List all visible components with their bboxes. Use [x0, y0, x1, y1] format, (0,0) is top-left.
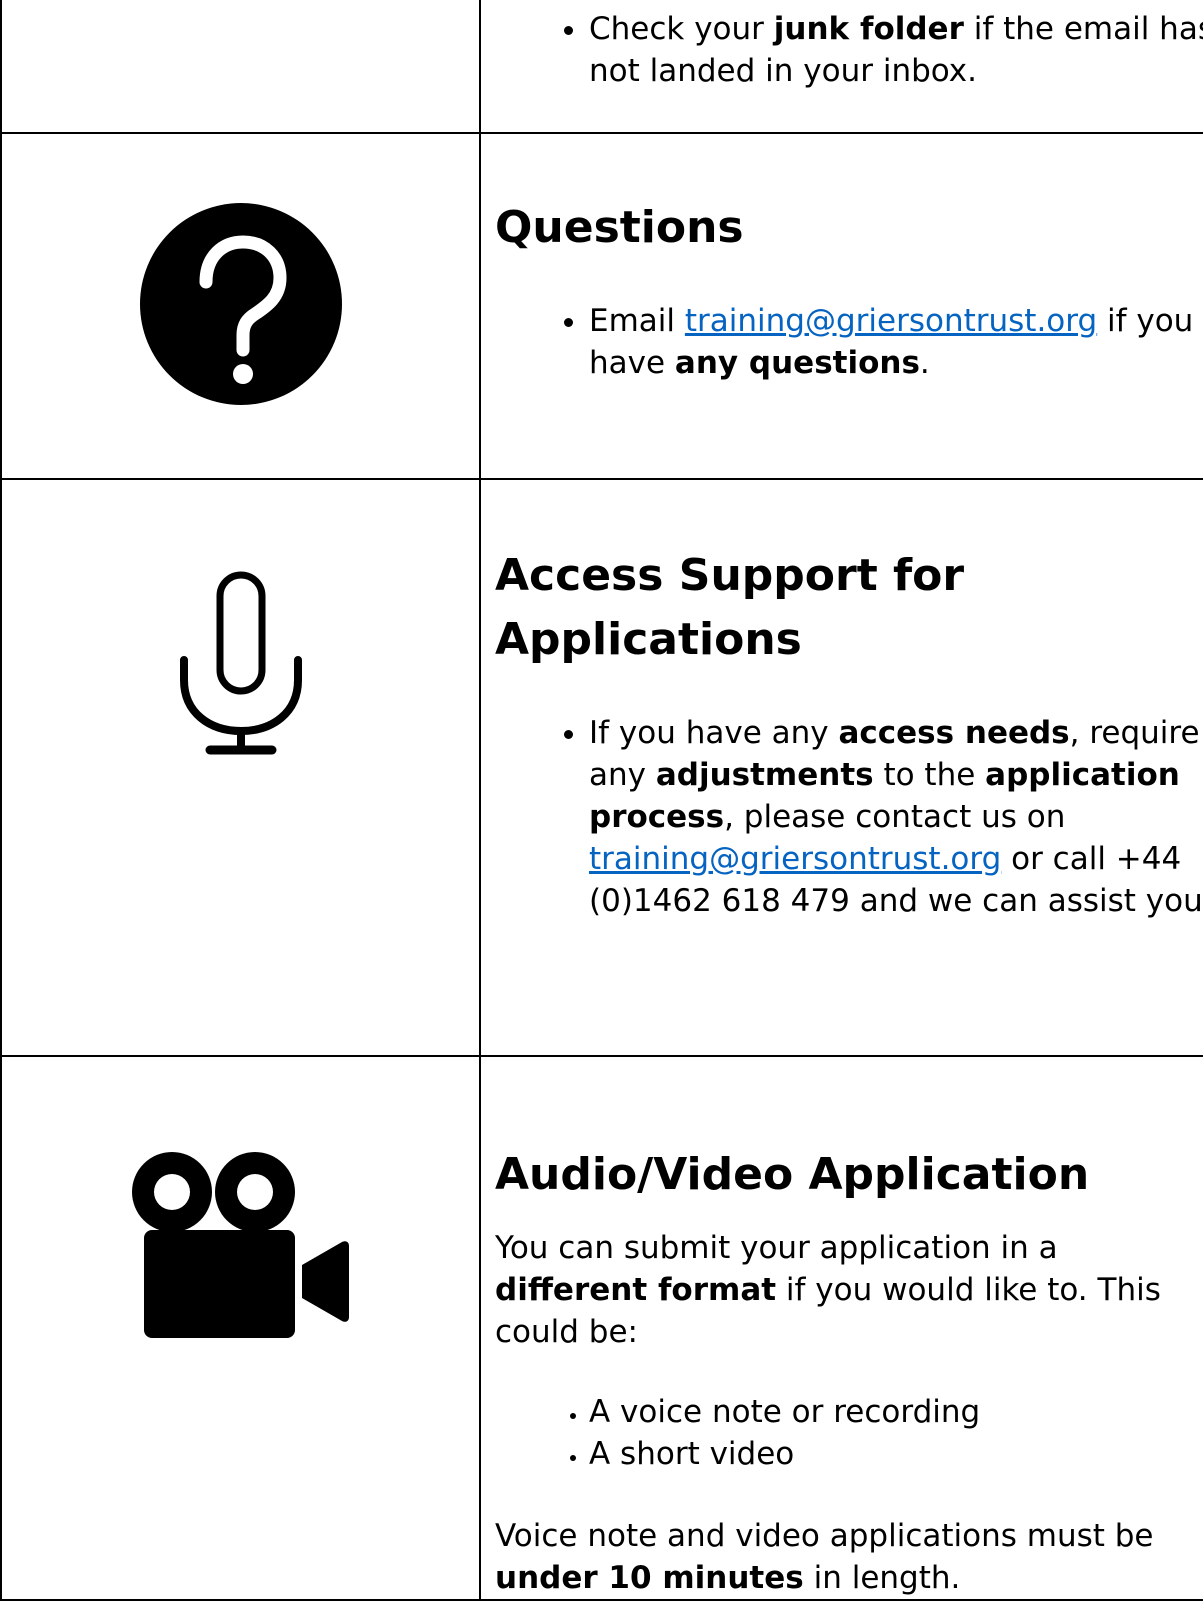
access-icon-cell [0, 478, 481, 1057]
questions-text-cell: Questions Email training@griersontrust.o… [479, 132, 1203, 480]
table-row-questions: Questions Email training@griersontrust.o… [0, 132, 1203, 480]
table-row-audio-video: Audio/Video Application You can submit y… [0, 1055, 1203, 1601]
audio-video-note: Voice note and video applications must b… [495, 1515, 1203, 1599]
text: You can submit your application in a [495, 1230, 1058, 1266]
format-option-item: A voice note or recording [589, 1391, 1203, 1433]
audio-video-intro: You can submit your application in a dif… [495, 1227, 1203, 1353]
audio-video-text-cell: Audio/Video Application You can submit y… [479, 1055, 1203, 1601]
text: in length. [803, 1560, 961, 1596]
format-option-item: A short video [589, 1433, 1203, 1475]
access-heading: Access Support for Applications [495, 550, 965, 665]
junk-folder-list: Check your junk folder if the email has … [495, 8, 1203, 92]
questions-list: Email training@griersontrust.org if you … [495, 300, 1203, 384]
access-bullet: If you have any access needs, require an… [589, 712, 1203, 922]
questions-heading: Questions [495, 202, 744, 253]
bold-text: access needs [838, 715, 1070, 751]
text: Check your [589, 11, 774, 47]
bold-text: adjustments [655, 757, 874, 793]
table-row-junk-folder: Check your junk folder if the email has … [0, 0, 1203, 134]
access-text-cell: Access Support for Applications If you h… [479, 478, 1203, 1057]
bold-text: any questions [674, 345, 920, 381]
access-email-link[interactable]: training@griersontrust.org [589, 841, 1001, 877]
text: If you have any [589, 715, 839, 751]
bold-text: under 10 minutes [495, 1560, 804, 1596]
bold-text: junk folder [773, 11, 964, 47]
text: Voice note and video applications must b… [495, 1518, 1154, 1554]
format-options-list: A voice note or recording A short video [495, 1391, 1203, 1475]
junk-folder-bullet: Check your junk folder if the email has … [589, 8, 1203, 92]
bold-text: different format [495, 1272, 777, 1308]
question-circle-icon [139, 202, 343, 406]
questions-bullet: Email training@griersontrust.org if you … [589, 300, 1203, 384]
text: , please contact us on [724, 799, 1066, 835]
document-table: Check your junk folder if the email has … [0, 0, 1203, 1601]
table-row-access-support: Access Support for Applications If you h… [0, 478, 1203, 1057]
empty-icon-cell [0, 0, 481, 134]
audio-video-heading: Audio/Video Application [495, 1149, 1090, 1200]
junk-folder-cell: Check your junk folder if the email has … [479, 0, 1203, 134]
microphone-icon [176, 570, 306, 756]
text: Email [589, 303, 685, 339]
audio-video-icon-cell [0, 1055, 481, 1601]
access-list: If you have any access needs, require an… [495, 712, 1203, 922]
questions-email-link[interactable]: training@griersontrust.org [685, 303, 1097, 339]
text: . [919, 345, 930, 381]
text: to the [873, 757, 986, 793]
questions-icon-cell [0, 132, 481, 480]
video-camera-icon [131, 1152, 350, 1340]
